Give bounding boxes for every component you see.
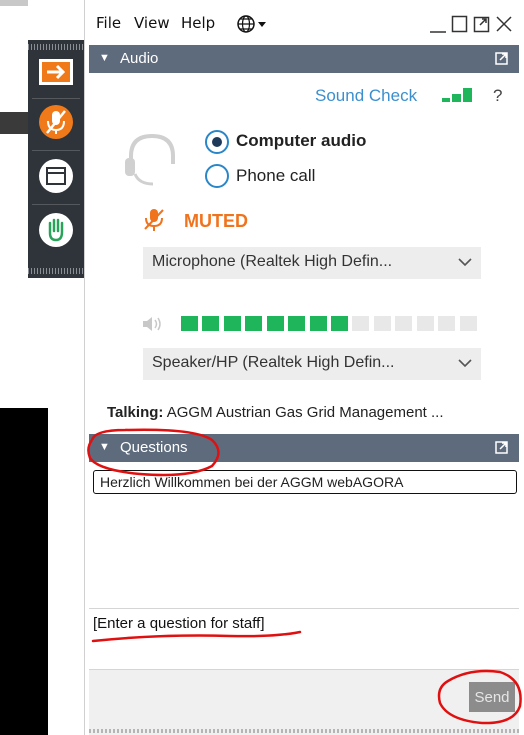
raise-hand-button[interactable]: [34, 208, 78, 252]
toolbar-grip-bottom[interactable]: [28, 268, 84, 274]
level-segment: [266, 316, 284, 331]
level-segment: [438, 316, 456, 331]
radio-dot: [212, 137, 222, 147]
send-button[interactable]: Send: [469, 682, 515, 712]
phone-call-radio[interactable]: [205, 164, 229, 188]
level-segment: [331, 316, 348, 331]
talking-name: AGGM Austrian Gas Grid Management ...: [166, 404, 444, 421]
questions-section-header[interactable]: ▼ Questions: [89, 434, 519, 462]
background-app: [0, 0, 48, 735]
show-hide-webinar-button[interactable]: [34, 154, 78, 198]
menu-bar: File View Help: [85, 0, 524, 44]
chevron-down-icon: [458, 359, 472, 368]
speaker-select[interactable]: Speaker/HP (Realtek High Defin...: [143, 348, 481, 380]
level-segment: [309, 316, 327, 331]
computer-audio-radio[interactable]: [205, 130, 229, 154]
audio-section-title: Audio: [120, 50, 159, 67]
collapse-panel-button[interactable]: [34, 50, 78, 94]
window-icon: [39, 159, 73, 193]
speaker-level-meter: [181, 316, 481, 332]
mute-status: MUTED: [184, 211, 248, 231]
phone-call-label[interactable]: Phone call: [236, 166, 315, 186]
question-message: Herzlich Willkommen bei der AGGM webAGOR…: [93, 470, 517, 494]
level-segment: [202, 316, 220, 331]
talking-label: Talking:: [107, 404, 164, 421]
level-segment: [181, 316, 198, 331]
dashboard-toolbar: [28, 40, 84, 278]
level-segment: [395, 316, 413, 331]
menu-help[interactable]: Help: [181, 14, 215, 32]
audio-help-icon[interactable]: ?: [493, 86, 502, 106]
signal-bars-icon: [442, 88, 472, 102]
send-bar: Send: [89, 670, 519, 735]
headset-icon: [125, 133, 175, 186]
microphone-select-value: Microphone (Realtek High Defin...: [152, 253, 393, 270]
questions-section-title: Questions: [120, 439, 188, 456]
speaker-icon: [143, 317, 161, 331]
background-strip: [0, 0, 28, 6]
mic-muted-icon: [144, 209, 164, 231]
level-segment: [373, 316, 391, 331]
collapse-triangle-icon: ▼: [99, 52, 110, 64]
minimize-icon[interactable]: [429, 14, 447, 34]
level-segment: [245, 316, 263, 331]
microphone-select[interactable]: Microphone (Realtek High Defin...: [143, 247, 481, 279]
level-segment: [288, 316, 306, 331]
toolbar-separator: [32, 150, 80, 151]
raise-hand-icon: [39, 213, 73, 247]
level-segment: [352, 316, 370, 331]
questions-log[interactable]: Herzlich Willkommen bei der AGGM webAGOR…: [89, 462, 519, 608]
toolbar-separator: [32, 204, 80, 205]
level-segment: [223, 316, 241, 331]
collapse-triangle-icon: ▼: [99, 441, 110, 453]
close-icon[interactable]: [495, 14, 513, 34]
sound-check-link[interactable]: Sound Check: [315, 86, 417, 106]
background-video-area: [0, 408, 48, 735]
level-segment: [459, 316, 477, 331]
audio-section-header[interactable]: ▼ Audio: [89, 45, 519, 73]
question-input[interactable]: [93, 611, 513, 635]
speaker-select-value: Speaker/HP (Realtek High Defin...: [152, 354, 395, 371]
computer-audio-label[interactable]: Computer audio: [236, 131, 366, 151]
toolbar-separator: [32, 98, 80, 99]
popout-icon[interactable]: [495, 51, 509, 65]
level-segment: [416, 316, 434, 331]
resize-grip[interactable]: [89, 729, 519, 733]
background-band: [0, 112, 28, 134]
chevron-down-icon: [458, 258, 472, 267]
arrow-right-icon: [39, 59, 73, 85]
control-panel: File View Help ▼ Audio Sound Check ? Com…: [84, 0, 524, 735]
mute-toggle-button[interactable]: [34, 100, 78, 144]
question-input-area: [89, 608, 519, 670]
popout-icon[interactable]: [473, 14, 491, 34]
globe-icon[interactable]: [236, 14, 270, 34]
talking-indicator: Talking: AGGM Austrian Gas Grid Manageme…: [107, 404, 444, 421]
mic-muted-icon: [39, 105, 73, 139]
menu-view[interactable]: View: [134, 14, 170, 32]
popout-icon[interactable]: [495, 440, 509, 454]
restore-icon[interactable]: [451, 14, 469, 34]
menu-file[interactable]: File: [96, 14, 121, 32]
